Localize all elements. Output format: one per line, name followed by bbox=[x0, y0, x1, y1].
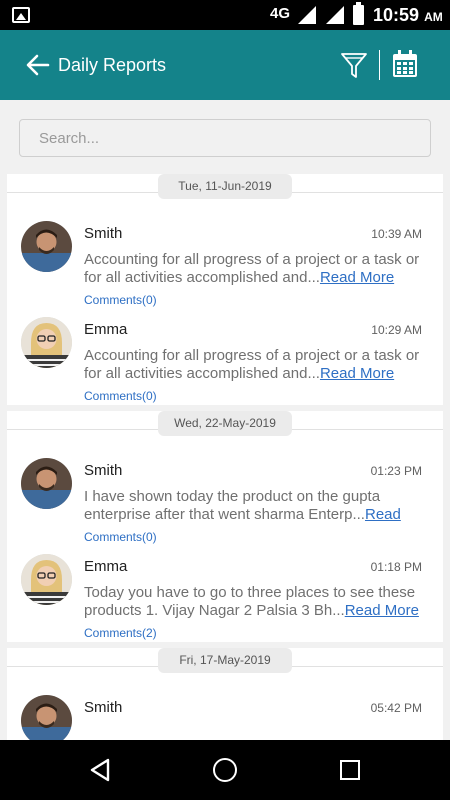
report-author: Smith bbox=[84, 225, 123, 242]
report-text: I have shown today the product on the gu… bbox=[84, 488, 430, 524]
report-item[interactable]: Smith 10:39 AM Accounting for all progress… bbox=[7, 213, 443, 309]
report-list[interactable]: Tue, 11-Jun-2019 Smith 10:39 AM Accounting … bbox=[7, 168, 443, 740]
report-item[interactable]: Emma 01:18 PM Today you have to go to thre… bbox=[7, 546, 443, 642]
report-text: Accounting for all progress of a project… bbox=[84, 251, 430, 287]
date-header: Tue, 11-Jun-2019 bbox=[158, 174, 292, 199]
report-time: 10:39 AM bbox=[371, 227, 422, 241]
report-text: Today you have to go to three places to … bbox=[84, 584, 430, 620]
status-time: 10:59 AM bbox=[373, 5, 443, 26]
nav-back-icon[interactable] bbox=[89, 758, 111, 782]
read-more-link[interactable]: Read More bbox=[320, 269, 394, 286]
comments-link[interactable]: Comments(2) bbox=[84, 626, 157, 640]
status-bar: 4G 10:59 AM bbox=[0, 0, 450, 30]
comments-link[interactable]: Comments(0) bbox=[84, 293, 157, 307]
report-author: Emma bbox=[84, 321, 128, 338]
avatar bbox=[21, 221, 72, 272]
calendar-icon[interactable] bbox=[392, 50, 418, 78]
nav-home-icon[interactable] bbox=[213, 758, 237, 782]
report-item[interactable]: Emma 10:29 AM Accounting for all progress … bbox=[7, 309, 443, 405]
date-header: Fri, 17-May-2019 bbox=[158, 648, 292, 673]
report-time: 01:18 PM bbox=[370, 560, 422, 574]
report-time: 01:23 PM bbox=[370, 464, 422, 478]
system-nav-bar bbox=[0, 740, 450, 800]
search-box[interactable] bbox=[19, 119, 431, 157]
report-author: Smith bbox=[84, 462, 123, 479]
report-item[interactable]: Smith 05:42 PM bbox=[7, 687, 443, 740]
read-more-link[interactable]: Read bbox=[365, 506, 401, 523]
comments-link[interactable]: Comments(0) bbox=[84, 389, 157, 403]
report-author: Smith bbox=[84, 699, 123, 716]
search-input[interactable] bbox=[20, 120, 430, 156]
signal-icon bbox=[298, 6, 316, 24]
clock-ampm: AM bbox=[424, 10, 443, 24]
signal-icon bbox=[326, 6, 344, 24]
battery-icon bbox=[353, 2, 364, 25]
avatar bbox=[21, 695, 72, 740]
report-time: 05:42 PM bbox=[370, 701, 422, 715]
avatar bbox=[21, 554, 72, 605]
date-group: Wed, 22-May-2019 Smith 01:23 PM I have show… bbox=[7, 411, 443, 642]
avatar bbox=[21, 317, 72, 368]
page-title: Daily Reports bbox=[58, 55, 167, 75]
date-header: Wed, 22-May-2019 bbox=[158, 411, 292, 436]
comments-link[interactable]: Comments(0) bbox=[84, 530, 157, 544]
report-item[interactable]: Smith 01:23 PM I have shown today the prod… bbox=[7, 450, 443, 546]
avatar bbox=[21, 458, 72, 509]
nav-recent-icon[interactable] bbox=[340, 760, 360, 780]
filter-icon[interactable] bbox=[340, 50, 368, 80]
network-type: 4G bbox=[270, 5, 291, 22]
app-bar: Daily Reports bbox=[0, 30, 450, 100]
report-text: Accounting for all progress of a project… bbox=[84, 347, 430, 383]
date-group: Tue, 11-Jun-2019 Smith 10:39 AM Accounting … bbox=[7, 174, 443, 405]
image-icon bbox=[12, 7, 30, 23]
date-group: Fri, 17-May-2019 Smith 05:42 PM bbox=[7, 648, 443, 740]
read-more-link[interactable]: Read More bbox=[320, 365, 394, 382]
report-excerpt: I have shown today the product on the gu… bbox=[84, 488, 381, 523]
read-more-link[interactable]: Read More bbox=[345, 602, 419, 619]
clock-time: 10:59 bbox=[373, 5, 420, 25]
report-author: Emma bbox=[84, 558, 128, 575]
toolbar-divider bbox=[379, 50, 380, 80]
report-time: 10:29 AM bbox=[371, 323, 422, 337]
back-arrow-icon[interactable] bbox=[26, 54, 50, 76]
